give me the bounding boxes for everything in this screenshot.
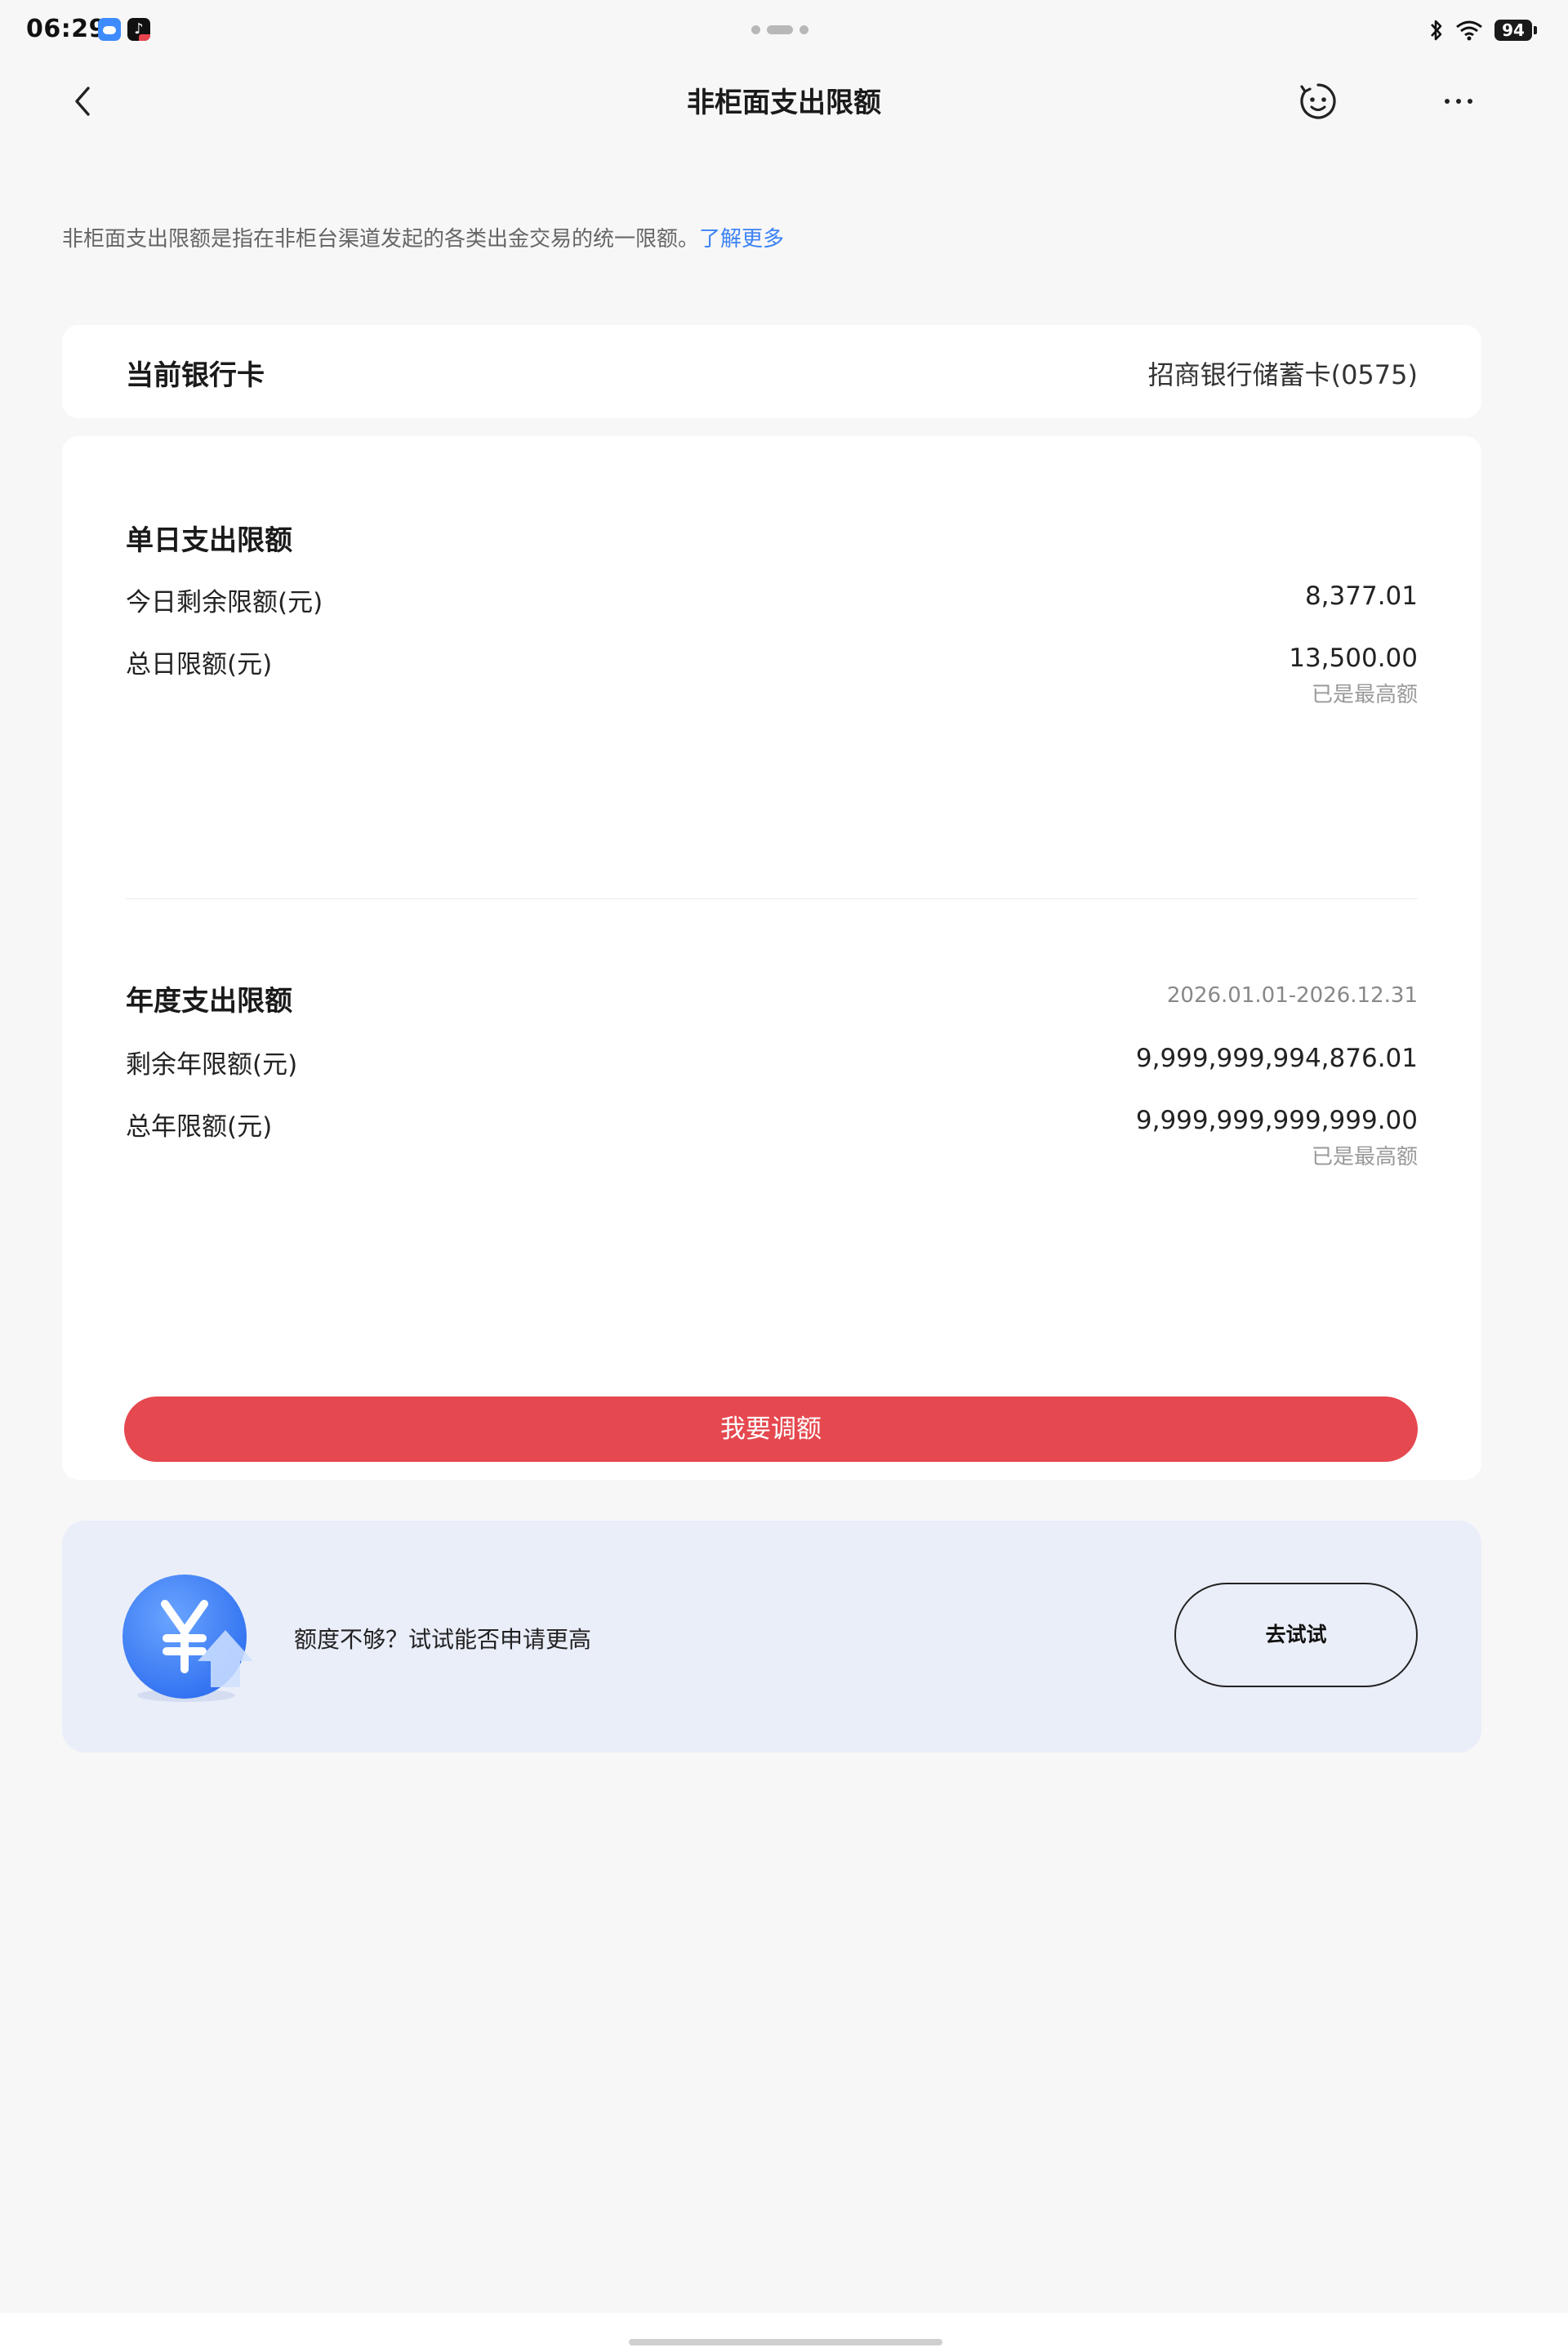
bluetooth-icon [1431,20,1442,41]
multitask-dots-icon[interactable] [751,21,808,34]
status-bar: 06:29 ♪ 94 [0,0,1568,60]
promo-text: 额度不够？试试能否申请更高 [294,1626,592,1653]
status-time: 06:29 [26,15,106,43]
daily-limit-title: 单日支出限额 [126,524,292,557]
learn-more-link[interactable]: 了解更多 [699,227,784,252]
bank-card-label: 当前银行卡 [126,359,265,392]
weather-icon [98,18,121,41]
more-button[interactable] [1434,78,1483,124]
annual-period: 2026.01.01-2026.12.31 [1166,983,1418,1008]
section-divider [126,898,1418,899]
nav-bar: 非柜面支出限额 [0,60,1568,142]
bank-card-section[interactable]: 当前银行卡 招商银行储蓄卡(0575) [62,325,1481,418]
promo-card: 额度不够？试试能否申请更高 去试试 [62,1521,1481,1753]
yuan-up-arrow-icon [121,1573,268,1704]
more-dots-icon [1445,99,1450,104]
annual-total-value: 9,999,999,999,999.00 [1135,1106,1418,1135]
smiley-service-icon [1300,83,1336,119]
daily-max-note: 已是最高额 [1311,683,1418,707]
annual-remaining-value: 9,999,999,994,876.01 [1135,1044,1418,1073]
daily-total-label: 总日限额(元) [126,650,273,679]
intro-text: 非柜面支出限额是指在非柜台渠道发起的各类出金交易的统一限额。了解更多 [62,222,784,252]
annual-max-note: 已是最高额 [1311,1145,1418,1169]
daily-remaining-value: 8,377.01 [1304,581,1418,611]
adjust-limit-button[interactable]: 我要调额 [124,1396,1418,1462]
customer-service-button[interactable] [1295,78,1341,124]
home-indicator[interactable] [629,2339,942,2345]
wifi-icon [1456,20,1482,41]
annual-total-label: 总年限额(元) [126,1112,273,1142]
battery-icon: 94 [1494,20,1537,41]
annual-limit-title: 年度支出限额 [126,985,292,1018]
daily-remaining-label: 今日剩余限额(元) [126,588,323,617]
try-button[interactable]: 去试试 [1174,1583,1418,1687]
tiktok-icon: ♪ [127,18,150,41]
system-icons: 94 [1429,16,1537,44]
annual-remaining-label: 剩余年限额(元) [126,1050,298,1080]
bank-card-value: 招商银行储蓄卡(0575) [1147,359,1418,390]
daily-total-value: 13,500.00 [1289,644,1418,673]
limits-card: 单日支出限额 今日剩余限额(元) 8,377.01 总日限额(元) 13,500… [62,436,1481,1480]
intro-description: 非柜面支出限额是指在非柜台渠道发起的各类出金交易的统一限额。 [62,227,700,252]
bottom-strip [0,2313,1568,2352]
